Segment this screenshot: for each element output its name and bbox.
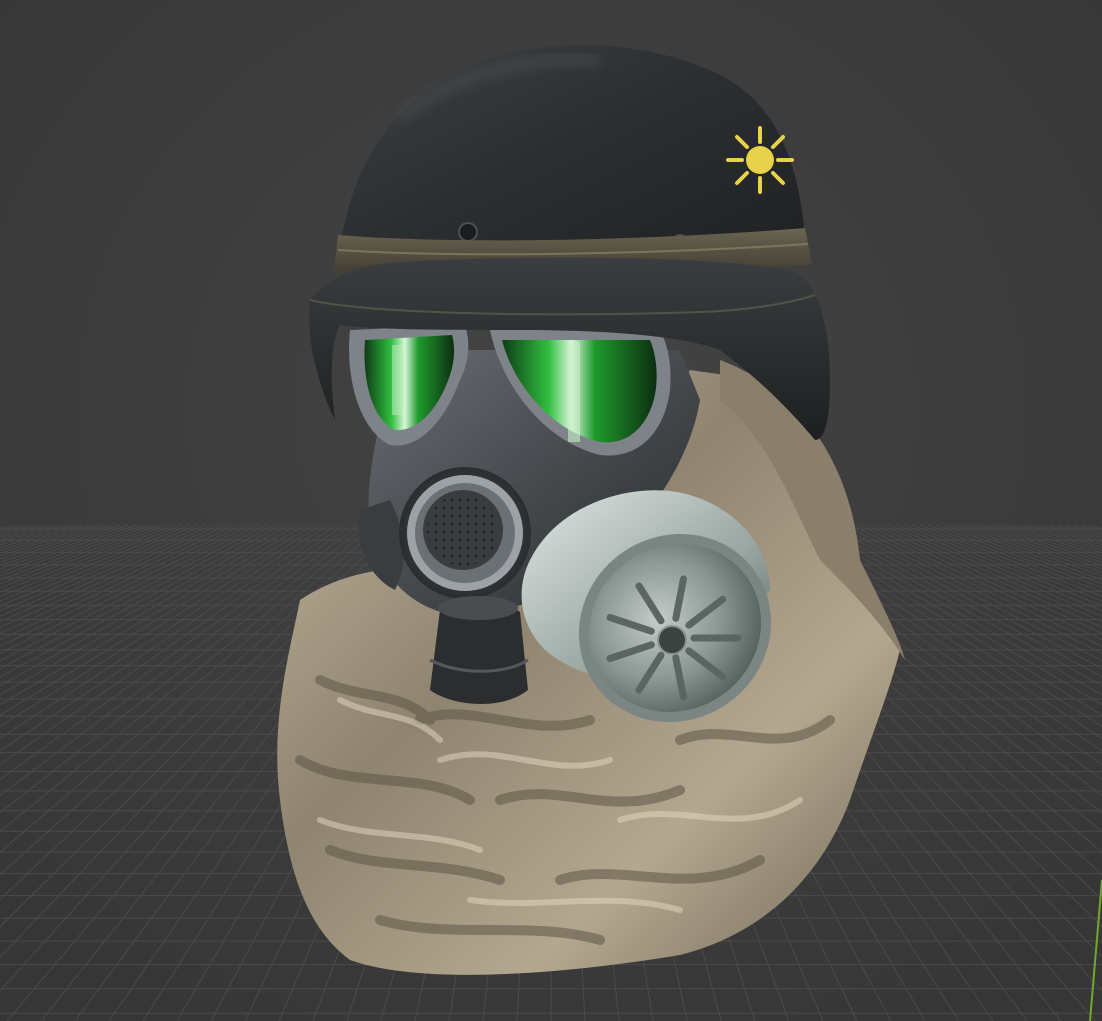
viewport-scene[interactable] bbox=[0, 0, 1102, 1021]
3d-viewport[interactable] bbox=[0, 0, 1102, 1021]
helmet-badge bbox=[726, 126, 794, 194]
voice-emitter bbox=[429, 596, 529, 704]
